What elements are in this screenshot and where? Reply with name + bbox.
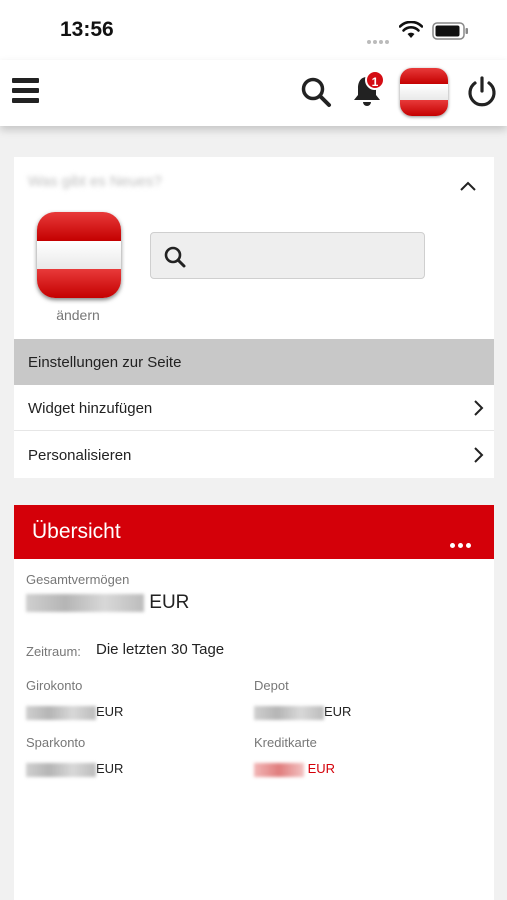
checking-account-value: EUR xyxy=(26,704,123,720)
checking-account-label: Girokonto xyxy=(26,678,83,693)
personalize-item[interactable]: Personalisieren xyxy=(14,432,494,478)
credit-card-value: EUR xyxy=(254,761,335,777)
credit-card-label: Kreditkarte xyxy=(254,735,317,750)
depot-amount-redacted xyxy=(254,705,324,720)
power-icon[interactable] xyxy=(466,76,498,108)
total-assets-amount-redacted xyxy=(26,593,144,612)
settings-header-label: Einstellungen zur Seite xyxy=(28,354,182,371)
notifications-button[interactable]: 1 xyxy=(351,70,385,113)
search-icon[interactable] xyxy=(300,76,332,108)
menu-icon[interactable] xyxy=(12,78,39,106)
greeting-text: Was gibt es Neues? xyxy=(28,173,162,190)
total-assets-label: Gesamtvermögen xyxy=(26,572,130,587)
credit-card-amount-redacted xyxy=(254,762,304,777)
add-widget-item[interactable]: Widget hinzufügen xyxy=(14,385,494,431)
period-value[interactable]: Die letzten 30 Tage xyxy=(96,641,224,658)
period-label: Zeitraum: xyxy=(26,644,81,659)
more-options-icon[interactable] xyxy=(450,535,474,553)
profile-picture[interactable] xyxy=(37,212,121,298)
signal-dots-icon xyxy=(367,31,393,44)
overview-title: Übersicht xyxy=(32,520,121,543)
savings-currency: EUR xyxy=(96,761,124,776)
top-navigation: 1 xyxy=(0,60,507,126)
total-assets-currency: EUR xyxy=(149,592,190,613)
overview-header: Übersicht xyxy=(14,505,494,559)
chevron-right-icon xyxy=(474,400,484,416)
status-bar: 13:56 xyxy=(0,0,507,60)
wifi-icon xyxy=(399,21,423,38)
overview-widget: Übersicht Gesamtvermögen EUR Zeitraum: D… xyxy=(14,505,494,900)
savings-account-value: EUR xyxy=(26,761,123,777)
depot-value: EUR xyxy=(254,704,351,720)
depot-label: Depot xyxy=(254,678,289,693)
checking-amount-redacted xyxy=(26,705,96,720)
settings-section-header: Einstellungen zur Seite xyxy=(14,339,494,385)
battery-icon xyxy=(432,22,468,40)
credit-card-currency: EUR xyxy=(307,761,336,776)
total-assets-value: EUR xyxy=(26,592,189,614)
status-time: 13:56 xyxy=(60,18,114,41)
add-widget-label: Widget hinzufügen xyxy=(28,400,153,417)
checking-currency: EUR xyxy=(96,704,124,719)
savings-account-label: Sparkonto xyxy=(26,735,86,750)
savings-amount-redacted xyxy=(26,762,96,777)
search-input[interactable] xyxy=(150,232,425,279)
depot-currency: EUR xyxy=(324,704,352,719)
chevron-right-icon xyxy=(474,447,484,463)
profile-panel: Was gibt es Neues? ändern Einstellungen … xyxy=(14,157,494,478)
personalize-label: Personalisieren xyxy=(28,447,132,464)
profile-avatar[interactable] xyxy=(400,68,448,116)
search-icon xyxy=(164,246,186,268)
change-picture-link[interactable]: ändern xyxy=(28,307,128,323)
notification-badge: 1 xyxy=(365,70,385,90)
chevron-up-icon[interactable] xyxy=(458,179,478,193)
